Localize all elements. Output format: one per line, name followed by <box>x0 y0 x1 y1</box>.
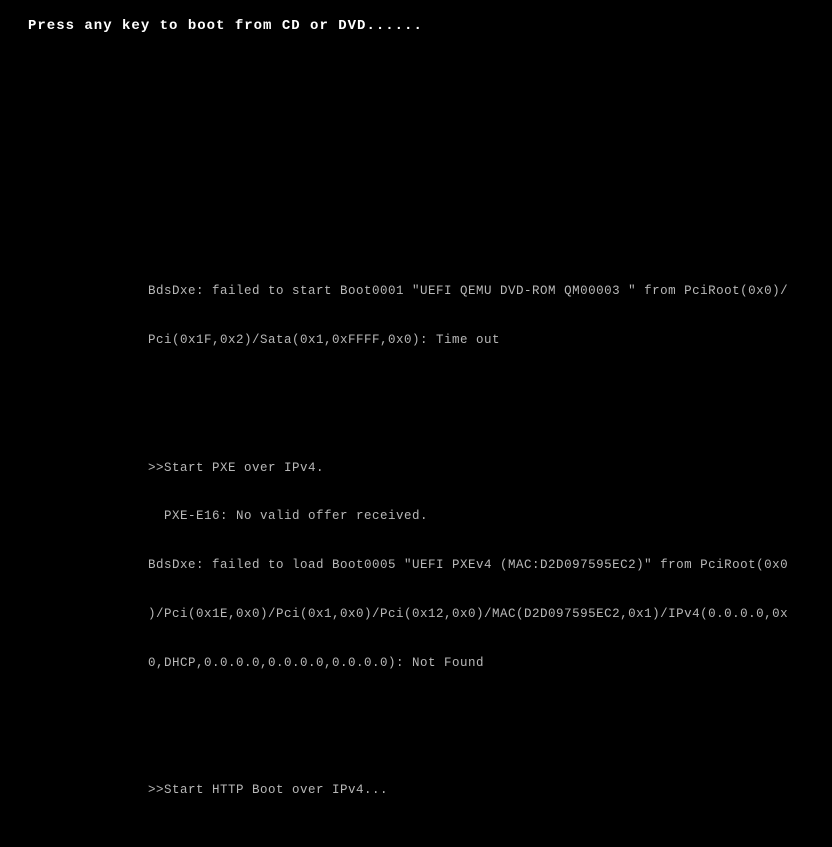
log-line: )/Pci(0x1E,0x0)/Pci(0x1,0x0)/Pci(0x12,0x… <box>148 606 798 622</box>
log-line: 0,DHCP,0.0.0.0,0.0.0.0,0.0.0.0): Not Fou… <box>148 655 798 671</box>
boot-prompt: Press any key to boot from CD or DVD....… <box>28 18 423 34</box>
log-line: BdsDxe: failed to start Boot0001 "UEFI Q… <box>148 283 798 299</box>
boot-log-block-1: BdsDxe: failed to start Boot0001 "UEFI Q… <box>148 251 798 381</box>
log-line: >>Start PXE over IPv4. <box>148 460 798 476</box>
log-line: >>Start HTTP Boot over IPv4... <box>148 782 798 798</box>
log-line: PXE-E16: No valid offer received. <box>148 508 798 524</box>
log-line: Pci(0x1F,0x2)/Sata(0x1,0xFFFF,0x0): Time… <box>148 332 798 348</box>
log-line: BdsDxe: failed to load Boot0005 "UEFI PX… <box>148 557 798 573</box>
boot-log-block-3: >>Start HTTP Boot over IPv4... <box>148 750 798 831</box>
boot-log: BdsDxe: failed to start Boot0001 "UEFI Q… <box>148 218 798 847</box>
boot-log-block-2: >>Start PXE over IPv4. PXE-E16: No valid… <box>148 427 798 703</box>
